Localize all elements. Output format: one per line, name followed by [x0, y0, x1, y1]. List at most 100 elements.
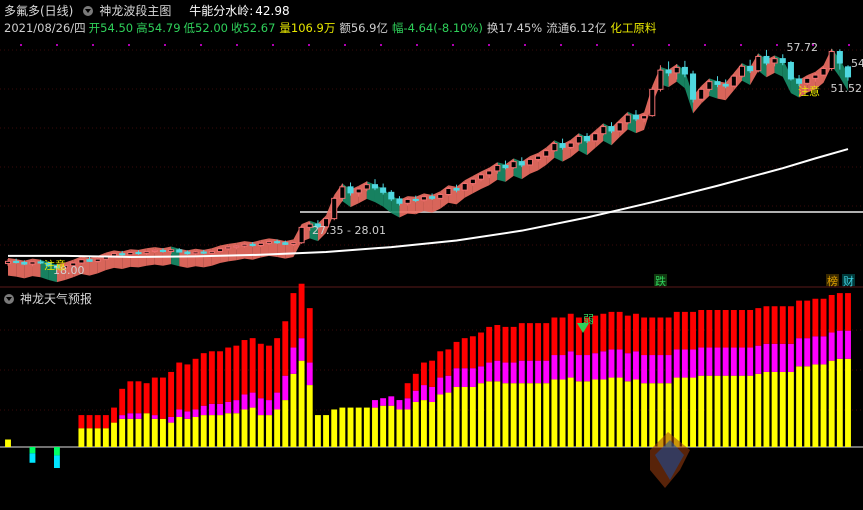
- bar-yellow: [698, 375, 705, 447]
- top-marker-dot: [488, 44, 490, 46]
- bar-yellow: [567, 377, 574, 447]
- top-marker-dot: [272, 44, 274, 46]
- annotation-finance: 财: [843, 274, 854, 288]
- bar-yellow: [453, 386, 460, 447]
- bar-magenta: [396, 400, 403, 410]
- candle-body: [796, 78, 803, 84]
- bar-yellow: [225, 413, 232, 447]
- chart-window: 多氟多(日线) 神龙波段主图 牛能分水岭: 42.98 2021/08/26/四 开5…: [0, 0, 863, 510]
- bar-magenta: [461, 368, 468, 387]
- bar-yellow: [616, 377, 623, 447]
- bar-magenta: [119, 415, 126, 419]
- candle-body: [535, 155, 542, 160]
- bar-red: [681, 311, 688, 350]
- bar-red: [445, 349, 452, 376]
- bar-yellow: [347, 407, 354, 447]
- bar-yellow: [404, 409, 411, 447]
- bar-red: [624, 315, 631, 354]
- candle-body: [502, 164, 509, 169]
- bar-magenta: [812, 336, 819, 365]
- bar-magenta: [306, 362, 313, 386]
- candle-body: [771, 58, 778, 64]
- candle-body: [445, 187, 452, 196]
- top-marker-dot: [560, 44, 562, 46]
- candle-body: [567, 142, 574, 148]
- bar-red: [657, 317, 664, 356]
- bar-magenta: [429, 386, 436, 402]
- candle-body: [29, 261, 36, 265]
- candle-body: [673, 66, 680, 74]
- top-marker-dot: [668, 44, 670, 46]
- candle-body: [347, 186, 354, 194]
- candle-body: [779, 58, 786, 63]
- bar-yellow: [274, 409, 281, 447]
- bar-yellow: [86, 428, 93, 447]
- candle-body: [486, 170, 493, 176]
- bar-red: [478, 332, 484, 367]
- bar-yellow: [355, 407, 362, 447]
- bar-yellow: [94, 428, 101, 447]
- bar-red: [836, 293, 843, 331]
- bar-magenta: [257, 398, 264, 416]
- bar-yellow: [323, 415, 329, 447]
- candle-body: [477, 174, 485, 180]
- bar-yellow: [184, 418, 191, 447]
- candle-body: [208, 250, 215, 254]
- bar-yellow: [396, 409, 403, 447]
- candle-body: [200, 251, 207, 254]
- bar-magenta: [217, 403, 223, 416]
- bar-red: [494, 325, 501, 361]
- candle-body: [151, 249, 158, 252]
- candle-body: [844, 66, 852, 78]
- bar-red: [641, 317, 648, 356]
- bar-red: [608, 311, 615, 350]
- candle-body: [110, 253, 118, 257]
- bar-red: [233, 345, 240, 401]
- bar-yellow: [690, 377, 696, 447]
- bar-magenta: [420, 385, 427, 401]
- bar-yellow: [673, 377, 680, 447]
- candle-body: [812, 74, 819, 79]
- bar-yellow: [543, 383, 550, 447]
- bar-red: [486, 326, 493, 363]
- candle-body: [380, 187, 387, 193]
- bar-yellow: [657, 383, 664, 447]
- bar-yellow: [608, 377, 615, 447]
- candle-body: [127, 252, 134, 256]
- candle-body: [616, 122, 623, 132]
- bar-magenta: [804, 338, 811, 367]
- bar-red: [698, 310, 705, 348]
- candle-body: [388, 191, 395, 200]
- bar-cyan: [29, 453, 36, 463]
- bar-red: [192, 358, 199, 410]
- bar-magenta: [845, 330, 851, 359]
- bar-yellow: [641, 383, 648, 447]
- bar-magenta: [787, 343, 794, 372]
- chart-canvas: 57.7254.51.5227.35 - 28.0118.00注意注意跌榜财弱: [0, 41, 863, 488]
- bar-magenta: [510, 362, 517, 384]
- bar-red: [690, 311, 696, 350]
- bar-red: [502, 326, 509, 363]
- bar-magenta: [763, 343, 770, 372]
- bar-yellow: [624, 381, 631, 447]
- bar-magenta: [681, 349, 688, 378]
- annotation-attention: 注意: [798, 84, 820, 98]
- bar-red: [257, 343, 264, 399]
- bar-red: [518, 323, 525, 361]
- bar-red: [217, 351, 223, 404]
- bar-red: [241, 340, 248, 395]
- candle-body: [706, 81, 713, 90]
- bar-red: [143, 383, 150, 414]
- bar-yellow: [747, 375, 754, 447]
- bar-red: [616, 311, 623, 350]
- bar-yellow: [176, 416, 183, 447]
- bar-red: [730, 310, 737, 348]
- bar-yellow: [502, 383, 509, 447]
- bar-magenta: [380, 398, 387, 406]
- band-segment: [407, 196, 416, 215]
- bar-magenta: [225, 401, 232, 414]
- watermark-box: [700, 450, 840, 486]
- bar-red: [535, 323, 542, 361]
- bar-yellow: [143, 413, 150, 447]
- bar-yellow: [461, 386, 468, 447]
